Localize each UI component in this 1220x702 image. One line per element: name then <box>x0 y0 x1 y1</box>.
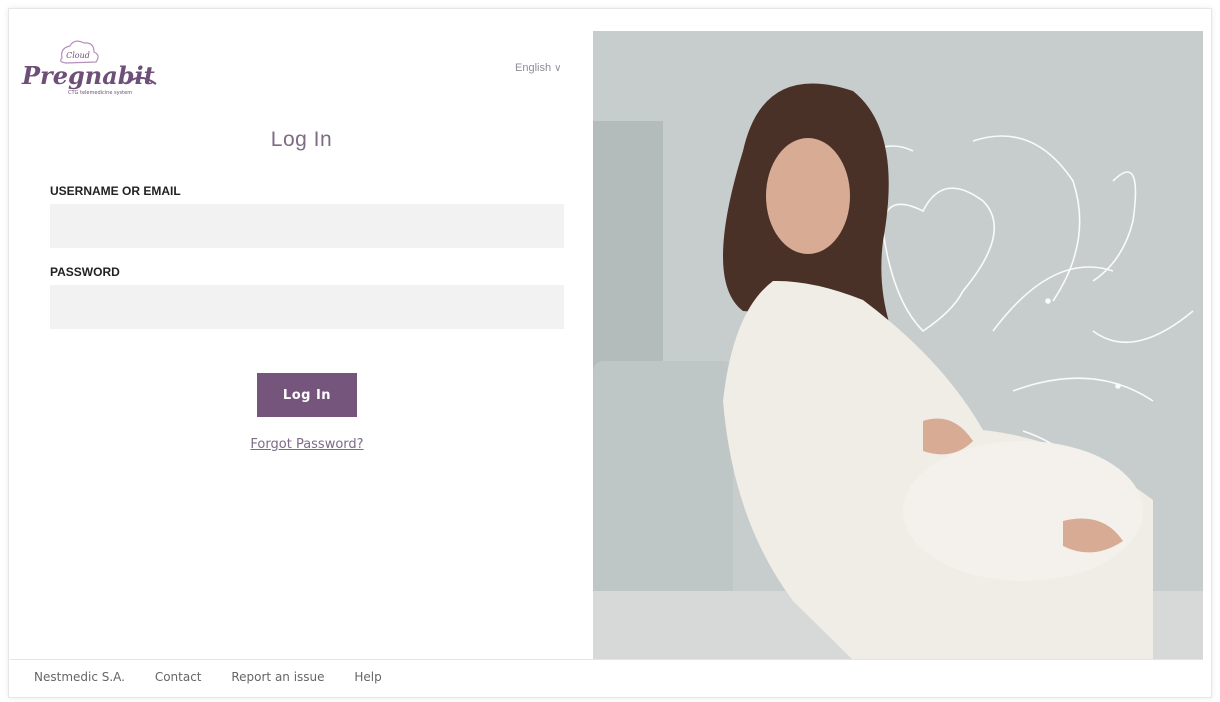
password-input[interactable] <box>50 285 564 329</box>
hero-illustration <box>593 31 1203 660</box>
footer: Nestmedic S.A. Contact Report an issue H… <box>34 670 408 684</box>
page-title: Log In <box>270 128 333 151</box>
pregnabit-logo: Cloud Pregnabit CTG telemedicine system <box>21 40 157 96</box>
logo-tagline: CTG telemedicine system <box>68 90 132 96</box>
footer-report-issue-link[interactable]: Report an issue <box>231 670 324 684</box>
footer-help-link[interactable]: Help <box>354 670 381 684</box>
forgot-password-link[interactable]: Forgot Password? <box>250 437 363 452</box>
footer-contact-link[interactable]: Contact <box>155 670 202 684</box>
username-label: USERNAME OR EMAIL <box>50 184 181 198</box>
logo-wordmark: Pregnabit <box>21 61 155 90</box>
login-panel: Cloud Pregnabit CTG telemedicine system … <box>10 24 593 660</box>
logo-cloud-badge: Cloud <box>60 40 99 64</box>
footer-divider <box>10 659 1203 660</box>
language-label: English <box>515 62 552 74</box>
svg-text:Cloud: Cloud <box>66 51 90 60</box>
username-input[interactable] <box>50 204 564 248</box>
forgot-password-container: Forgot Password? <box>10 435 604 453</box>
hero-photo <box>593 31 1203 660</box>
login-button[interactable]: Log In <box>257 373 357 417</box>
chevron-down-icon: ∨ <box>554 63 562 74</box>
footer-company: Nestmedic S.A. <box>34 670 125 684</box>
password-label: PASSWORD <box>50 265 120 279</box>
language-selector[interactable]: English ∨ <box>515 62 561 74</box>
